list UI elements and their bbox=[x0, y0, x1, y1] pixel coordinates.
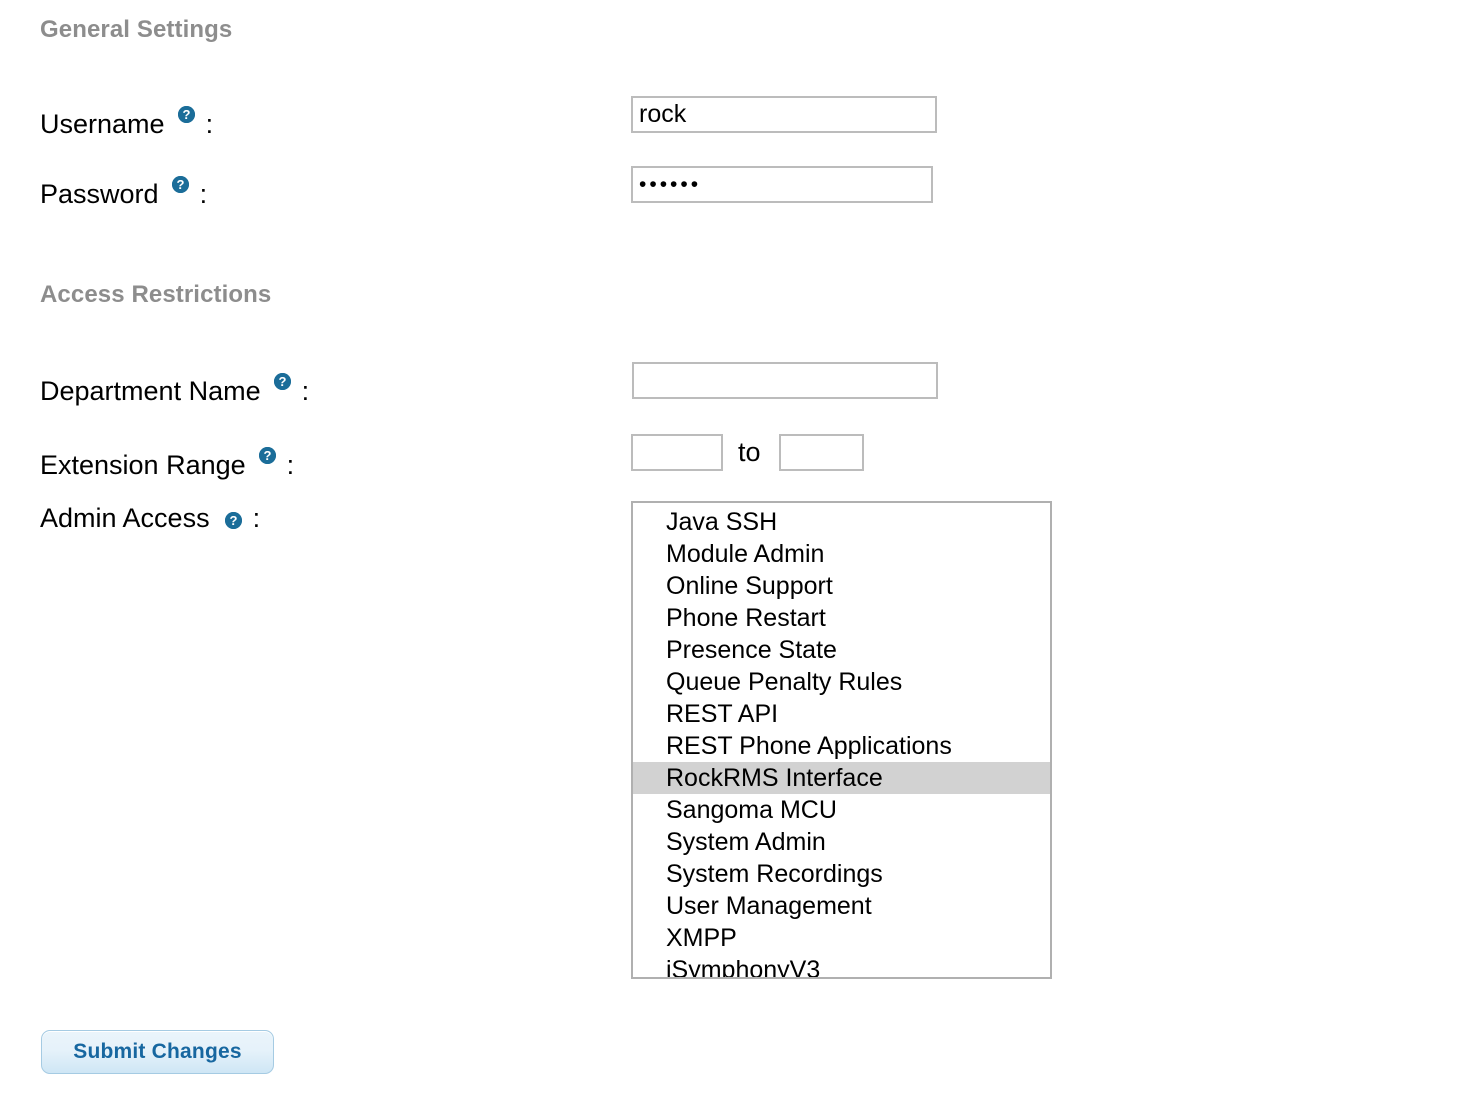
admin-access-option[interactable]: XMPP bbox=[633, 922, 1050, 954]
admin-access-option[interactable]: Sangoma MCU bbox=[633, 794, 1050, 826]
department-name-label: Department Name ? : bbox=[40, 373, 309, 405]
help-circle-icon[interactable]: ? bbox=[178, 106, 196, 123]
admin-access-listbox[interactable]: Java SSH Module Admin Online Support Phone … bbox=[631, 501, 1052, 979]
extension-range-label-colon: : bbox=[286, 450, 295, 480]
admin-access-option[interactable]: iSymphonyV3 bbox=[633, 954, 1050, 977]
settings-form-page: General Settings Username ? : Password ?… bbox=[0, 0, 1468, 1106]
password-label-text: Password bbox=[40, 179, 159, 209]
username-label-text: Username bbox=[40, 109, 165, 139]
password-label-colon: : bbox=[199, 179, 208, 209]
help-circle-icon[interactable]: ? bbox=[259, 447, 277, 464]
svg-text:?: ? bbox=[183, 107, 191, 122]
svg-text:?: ? bbox=[264, 448, 272, 463]
department-name-input[interactable] bbox=[632, 362, 938, 399]
password-input[interactable] bbox=[631, 166, 933, 203]
username-label-colon: : bbox=[205, 109, 214, 139]
admin-access-label: Admin Access ? : bbox=[40, 505, 260, 532]
extension-range-end-input[interactable] bbox=[779, 434, 864, 471]
department-name-label-text: Department Name bbox=[40, 376, 261, 406]
password-label: Password ? : bbox=[40, 176, 207, 208]
svg-text:?: ? bbox=[177, 177, 185, 192]
admin-access-option[interactable]: REST Phone Applications bbox=[633, 730, 1050, 762]
help-circle-icon[interactable]: ? bbox=[172, 176, 190, 193]
svg-text:?: ? bbox=[279, 374, 287, 389]
section-heading-access-restrictions: Access Restrictions bbox=[40, 281, 272, 308]
admin-access-option[interactable]: Online Support bbox=[633, 570, 1050, 602]
admin-access-option[interactable]: Queue Penalty Rules bbox=[633, 666, 1050, 698]
username-input[interactable] bbox=[631, 96, 937, 133]
admin-access-option[interactable]: User Management bbox=[633, 890, 1050, 922]
admin-access-option[interactable]: Phone Restart bbox=[633, 602, 1050, 634]
admin-access-option[interactable]: System Admin bbox=[633, 826, 1050, 858]
help-circle-icon[interactable]: ? bbox=[274, 373, 292, 390]
admin-access-option[interactable]: Presence State bbox=[633, 634, 1050, 666]
help-circle-icon[interactable]: ? bbox=[225, 512, 243, 529]
extension-range-label: Extension Range ? : bbox=[40, 447, 294, 479]
username-label: Username ? : bbox=[40, 106, 213, 138]
admin-access-label-text: Admin Access bbox=[40, 503, 210, 533]
admin-access-option[interactable]: RockRMS Interface bbox=[633, 762, 1050, 794]
admin-access-option[interactable]: REST API bbox=[633, 698, 1050, 730]
section-heading-general-settings: General Settings bbox=[40, 16, 233, 43]
submit-changes-button[interactable]: Submit Changes bbox=[41, 1030, 274, 1074]
admin-access-option[interactable]: Module Admin bbox=[633, 538, 1050, 570]
admin-access-option[interactable]: System Recordings bbox=[633, 858, 1050, 890]
extension-range-label-text: Extension Range bbox=[40, 450, 246, 480]
svg-text:?: ? bbox=[230, 513, 238, 528]
admin-access-option[interactable]: Java SSH bbox=[633, 506, 1050, 538]
extension-range-start-input[interactable] bbox=[631, 434, 723, 471]
admin-access-label-colon: : bbox=[252, 503, 261, 533]
extension-range-separator-label: to bbox=[738, 437, 761, 467]
department-name-label-colon: : bbox=[301, 376, 310, 406]
